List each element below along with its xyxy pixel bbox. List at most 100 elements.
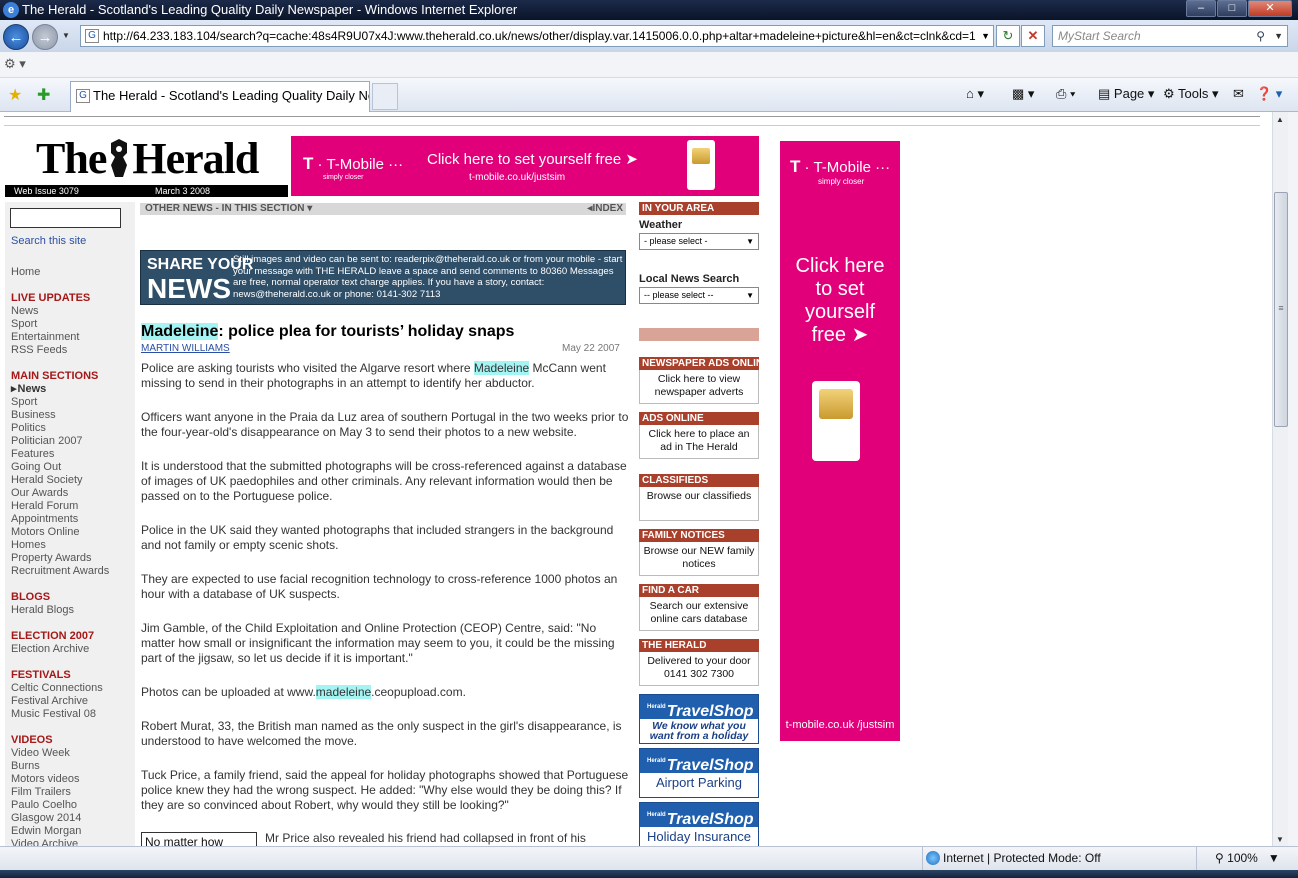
tmobile-tagline: simply closer bbox=[323, 174, 364, 181]
service-text: Click here to view newspaper adverts bbox=[639, 370, 759, 404]
service-box[interactable]: FIND A CAR Search our extensive online c… bbox=[639, 584, 759, 631]
security-zone[interactable]: Internet | Protected Mode: Off bbox=[922, 847, 1194, 871]
service-box[interactable]: NEWSPAPER ADS ONLINE Click here to view … bbox=[639, 357, 759, 404]
nav-item[interactable]: Celtic Connections bbox=[11, 682, 135, 695]
nav-item[interactable]: Business bbox=[11, 409, 135, 422]
feeds-icon[interactable]: ▩ ▾ bbox=[1012, 86, 1034, 102]
nav-item[interactable]: Paulo Coelho bbox=[11, 799, 135, 812]
help-icon[interactable]: ❓ ▾ bbox=[1256, 86, 1282, 102]
site-search-input[interactable] bbox=[10, 208, 121, 228]
nav-item[interactable]: Herald Society bbox=[11, 474, 135, 487]
chevron-down-icon: ▾ bbox=[307, 203, 313, 214]
favorites-star-icon[interactable]: ★ bbox=[8, 85, 22, 105]
chevron-down-icon: ▼ bbox=[746, 291, 754, 300]
herald-logo[interactable]: The Herald bbox=[36, 136, 259, 182]
address-bar[interactable]: G http://64.233.183.104/search?q=cache:4… bbox=[80, 25, 994, 47]
print-icon[interactable]: ⎙ ▾ bbox=[1056, 86, 1075, 102]
local-select-value: -- please select -- bbox=[644, 290, 714, 300]
nav-item[interactable]: Video Archive bbox=[11, 838, 135, 846]
nav-item[interactable]: Politics bbox=[11, 422, 135, 435]
nav-item[interactable]: Herald Forum bbox=[11, 500, 135, 513]
refresh-button[interactable]: ↻ bbox=[996, 25, 1020, 47]
search-icon[interactable]: ⚲ bbox=[1256, 26, 1265, 46]
nav-item[interactable]: RSS Feeds bbox=[11, 344, 135, 357]
service-text: Browse our NEW family notices bbox=[639, 542, 759, 576]
search-input[interactable]: MyStart Search ⚲ ▼ bbox=[1052, 25, 1288, 47]
nav-item[interactable]: Property Awards bbox=[11, 552, 135, 565]
tools-menu[interactable]: ⚙ Tools ▾ bbox=[1163, 86, 1219, 102]
page-viewport: The Herald Web Issue 3079 March 3 2008 T … bbox=[0, 112, 1272, 846]
nav-item[interactable]: Motors videos bbox=[11, 773, 135, 786]
nav-item[interactable]: Election Archive bbox=[11, 643, 135, 656]
paragraph: Officers want anyone in the Praia da Luz… bbox=[141, 410, 629, 439]
service-box[interactable]: FAMILY NOTICES Browse our NEW family not… bbox=[639, 529, 759, 576]
headline-rest: : police plea for tourists’ holiday snap… bbox=[218, 323, 515, 340]
page-menu[interactable]: ▤ Page ▾ bbox=[1098, 86, 1154, 102]
tmobile-skyscraper-ad[interactable]: T · T-Mobile ··· simply closer Click her… bbox=[780, 141, 900, 741]
article-byline[interactable]: MARTIN WILLIAMS bbox=[141, 343, 230, 354]
other-news-dropdown[interactable]: OTHER NEWS - IN THIS SECTION ▾ bbox=[145, 203, 312, 215]
forward-button[interactable]: → bbox=[32, 24, 58, 50]
nav-item[interactable]: Film Trailers bbox=[11, 786, 135, 799]
nav-item[interactable]: Recruitment Awards bbox=[11, 565, 135, 578]
back-button[interactable]: ← bbox=[3, 24, 29, 50]
nav-item[interactable]: Video Week bbox=[11, 747, 135, 760]
history-dropdown-icon[interactable]: ▼ bbox=[62, 31, 70, 40]
nav-item[interactable]: Herald Blogs bbox=[11, 604, 135, 617]
nav-item[interactable]: Burns bbox=[11, 760, 135, 773]
nav-item[interactable]: Our Awards bbox=[11, 487, 135, 500]
service-box[interactable]: THE HERALD Delivered to your door 0141 3… bbox=[639, 639, 759, 686]
sim-card-icon bbox=[812, 381, 860, 461]
maximize-button[interactable]: □ bbox=[1217, 0, 1247, 17]
nav-item[interactable]: Sport bbox=[11, 396, 135, 409]
index-link[interactable]: ◂INDEX bbox=[587, 203, 623, 215]
add-favorites-icon[interactable]: ✚ bbox=[37, 85, 50, 105]
research-icon[interactable]: ✉ bbox=[1233, 86, 1244, 102]
nav-item-active[interactable]: News bbox=[11, 383, 135, 396]
tmobile-tagline: simply closer bbox=[818, 177, 865, 186]
close-button[interactable]: ✕ bbox=[1248, 0, 1292, 17]
nav-item[interactable]: Entertainment bbox=[11, 331, 135, 344]
address-dropdown-icon[interactable]: ▼ bbox=[981, 26, 990, 46]
travel-shop-insurance-ad[interactable]: HeraldTravelShop Holiday Insurance bbox=[639, 802, 759, 846]
local-news-select[interactable]: -- please select -- ▼ bbox=[639, 287, 759, 304]
nav-item[interactable]: News bbox=[11, 305, 135, 318]
nav-item[interactable]: Sport bbox=[11, 318, 135, 331]
nav-home[interactable]: Home bbox=[11, 266, 135, 279]
nav-item[interactable]: Appointments bbox=[11, 513, 135, 526]
tmobile-banner-ad[interactable]: T · T-Mobile ··· simply closer Click her… bbox=[291, 136, 759, 196]
zoom-control[interactable]: ⚲ 100% ▼ bbox=[1196, 847, 1298, 871]
vertical-scrollbar[interactable]: ▲ ≡ ▼ bbox=[1272, 112, 1288, 846]
service-box[interactable]: ADS ONLINE Click here to place an ad in … bbox=[639, 412, 759, 459]
search-site-link[interactable]: Search this site bbox=[11, 235, 86, 247]
nav-item[interactable]: Festival Archive bbox=[11, 695, 135, 708]
service-box[interactable]: CLASSIFIEDS Browse our classifieds bbox=[639, 474, 759, 521]
weather-select[interactable]: - please select - ▼ bbox=[639, 233, 759, 250]
scroll-thumb[interactable]: ≡ bbox=[1274, 192, 1288, 427]
home-icon[interactable]: ⌂ ▾ bbox=[966, 86, 984, 102]
nav-item[interactable]: Homes bbox=[11, 539, 135, 552]
travel-shop-parking-ad[interactable]: HeraldTravelShop Airport Parking bbox=[639, 748, 759, 798]
nav-item[interactable]: Politician 2007 bbox=[11, 435, 135, 448]
scroll-up-icon[interactable]: ▲ bbox=[1276, 115, 1284, 124]
new-tab-button[interactable] bbox=[372, 83, 398, 110]
nav-item[interactable]: Glasgow 2014 bbox=[11, 812, 135, 825]
banner-url: t-mobile.co.uk/justsim bbox=[469, 172, 566, 183]
tab-bar: ★ ✚ G The Herald - Scotland's Leading Qu… bbox=[0, 78, 1298, 112]
nav-item[interactable]: Going Out bbox=[11, 461, 135, 474]
share-your-news-panel[interactable]: SHARE YOUR NEWS Still images and video c… bbox=[140, 250, 626, 305]
nav-item[interactable]: Features bbox=[11, 448, 135, 461]
nav-item[interactable]: Edwin Morgan bbox=[11, 825, 135, 838]
paragraph-text: Police are asking tourists who visited t… bbox=[141, 361, 474, 375]
scroll-down-icon[interactable]: ▼ bbox=[1276, 835, 1284, 844]
service-text: Search our extensive online cars databas… bbox=[639, 597, 759, 631]
minimize-button[interactable]: – bbox=[1186, 0, 1216, 17]
stop-button[interactable]: ✕ bbox=[1021, 25, 1045, 47]
tab-herald[interactable]: G The Herald - Scotland's Leading Qualit… bbox=[70, 81, 370, 112]
travel-shop-holiday-ad[interactable]: HeraldTravelShop We know what you want f… bbox=[639, 694, 759, 744]
nav-item[interactable]: Motors Online bbox=[11, 526, 135, 539]
nav-item[interactable]: Music Festival 08 bbox=[11, 708, 135, 721]
toolbar-options-icon[interactable]: ⚙ ▾ bbox=[4, 56, 26, 72]
travel-shop-logo: HeraldTravelShop bbox=[640, 803, 758, 828]
search-dropdown-icon[interactable]: ▼ bbox=[1274, 26, 1283, 46]
